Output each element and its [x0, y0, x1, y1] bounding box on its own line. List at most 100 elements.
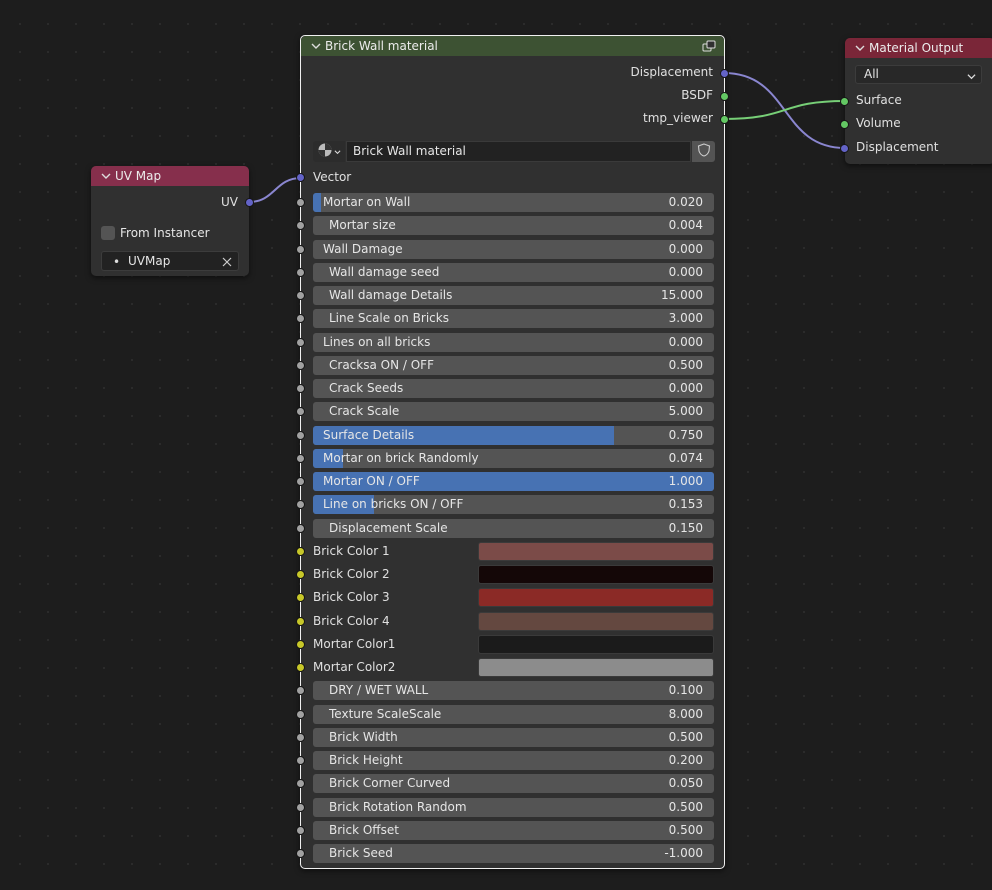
input-socket[interactable] — [296, 500, 305, 510]
value-slider[interactable]: Crack Scale 5.000 — [313, 402, 714, 422]
value-slider[interactable]: Mortar on brick Randomly 0.074 — [313, 448, 714, 468]
fake-user-button[interactable] — [692, 141, 715, 162]
color-input-socket[interactable] — [296, 639, 305, 649]
value-slider[interactable]: Crack Seeds 0.000 — [313, 379, 714, 398]
color-swatch[interactable] — [478, 565, 714, 584]
input-socket[interactable] — [296, 453, 305, 463]
value-slider[interactable]: Texture ScaleScale 8.000 — [313, 704, 714, 724]
slider-value: 0.000 — [668, 334, 703, 349]
value-slider[interactable]: Brick Rotation Random 0.500 — [313, 797, 714, 817]
value-slider[interactable]: Brick Corner Curved 0.050 — [313, 774, 714, 794]
value-slider[interactable]: Cracksa ON / OFF 0.500 — [313, 355, 714, 375]
value-slider[interactable]: Mortar size 0.004 — [313, 216, 714, 236]
color-input-label: Brick Color 1 — [313, 543, 390, 558]
input-socket[interactable] — [296, 314, 305, 324]
uvmap-field[interactable]: • UVMap — [101, 251, 239, 271]
slider-label: Line on bricks ON / OFF — [323, 497, 464, 512]
value-slider[interactable]: Brick Height 0.200 — [313, 751, 714, 770]
input-surface-socket[interactable] — [840, 97, 849, 106]
input-volume-label: Volume — [856, 116, 901, 130]
clear-icon[interactable] — [222, 256, 232, 270]
input-socket[interactable] — [296, 337, 305, 347]
value-slider[interactable]: Brick Offset 0.500 — [313, 820, 714, 840]
input-socket[interactable] — [296, 360, 305, 370]
material-output-header[interactable]: Material Output — [845, 38, 992, 58]
input-socket[interactable] — [296, 756, 305, 765]
input-socket[interactable] — [296, 686, 305, 696]
color-input-socket[interactable] — [296, 593, 305, 603]
output-displacement-socket[interactable] — [720, 69, 729, 78]
color-swatch[interactable] — [478, 611, 714, 631]
value-slider[interactable]: Surface Details 0.750 — [313, 425, 714, 445]
input-socket[interactable] — [296, 849, 305, 858]
chevron-down-icon[interactable] — [309, 39, 323, 53]
slider-value: 5.000 — [668, 404, 703, 419]
uv-map-header[interactable]: UV Map — [91, 166, 249, 186]
color-input-socket[interactable] — [296, 570, 305, 579]
input-socket[interactable] — [296, 407, 305, 417]
color-input-socket[interactable] — [296, 663, 305, 672]
value-slider[interactable]: Mortar on Wall 0.020 — [313, 193, 714, 212]
node-group-icon[interactable] — [702, 39, 716, 56]
chevron-down-icon[interactable] — [853, 41, 867, 55]
checkbox-box[interactable] — [101, 226, 115, 240]
material-name-field[interactable]: Brick Wall material — [346, 141, 691, 162]
slider-value: 8.000 — [668, 706, 703, 721]
brick-wall-node[interactable]: Brick Wall material Displacement BSDF tm… — [296, 35, 729, 869]
slider-label: Surface Details — [323, 427, 415, 442]
value-slider[interactable]: Wall damage Details 15.000 — [313, 286, 714, 305]
input-socket[interactable] — [296, 244, 305, 254]
value-slider[interactable]: DRY / WET WALL 0.100 — [313, 681, 714, 701]
input-socket[interactable] — [296, 732, 305, 742]
input-socket[interactable] — [296, 221, 305, 231]
target-dropdown[interactable]: All — [855, 65, 982, 84]
brick-wall-header[interactable]: Brick Wall material — [301, 36, 724, 56]
value-slider[interactable]: Brick Width 0.500 — [313, 727, 714, 747]
value-slider[interactable]: Mortar ON / OFF 1.000 — [313, 472, 714, 491]
slider-label: Brick Seed — [329, 846, 393, 860]
output-bsdf-socket[interactable] — [720, 92, 729, 101]
output-tmp-viewer-socket[interactable] — [720, 115, 729, 124]
uv-map-node[interactable]: UV Map UV From Instancer • UVMap — [91, 166, 254, 276]
uv-output-socket[interactable] — [245, 198, 254, 207]
value-slider[interactable]: Wall Damage 0.000 — [313, 239, 714, 259]
slider-label: DRY / WET WALL — [329, 683, 429, 698]
input-socket[interactable] — [296, 779, 305, 789]
value-slider[interactable]: Line on bricks ON / OFF 0.153 — [313, 495, 714, 515]
color-swatch[interactable] — [478, 634, 714, 654]
value-slider[interactable]: Displacement Scale 0.150 — [313, 518, 714, 538]
input-socket[interactable] — [296, 477, 305, 486]
slider-label: Cracksa ON / OFF — [329, 357, 434, 372]
input-volume-socket[interactable] — [840, 120, 849, 129]
color-swatch[interactable] — [478, 541, 714, 561]
input-socket[interactable] — [296, 709, 305, 719]
input-vector-socket[interactable] — [296, 173, 305, 182]
chevron-down-icon[interactable] — [99, 169, 113, 183]
slider-label: Mortar ON / OFF — [323, 474, 420, 488]
color-input-socket[interactable] — [296, 616, 305, 626]
value-slider[interactable]: Lines on all bricks 0.000 — [313, 332, 714, 352]
from-instancer-checkbox[interactable]: From Instancer — [101, 226, 210, 240]
color-swatch[interactable] — [478, 658, 714, 677]
input-socket[interactable] — [296, 291, 305, 300]
material-datablock[interactable]: Brick Wall material — [313, 141, 715, 162]
input-socket[interactable] — [296, 802, 305, 812]
input-socket[interactable] — [296, 523, 305, 533]
value-slider[interactable]: Brick Seed -1.000 — [313, 844, 714, 863]
material-output-node[interactable]: Material Output All Surface Volume Displ… — [840, 38, 992, 164]
material-type-selector[interactable] — [313, 141, 345, 162]
value-slider[interactable]: Wall damage seed 0.000 — [313, 262, 714, 282]
value-slider[interactable]: Line Scale on Bricks 3.000 — [313, 309, 714, 329]
input-socket[interactable] — [296, 825, 305, 835]
input-socket[interactable] — [296, 267, 305, 277]
slider-value: 15.000 — [661, 288, 703, 302]
slider-label: Brick Corner Curved — [329, 776, 451, 791]
input-socket[interactable] — [296, 384, 305, 393]
output-displacement-label: Displacement — [630, 65, 714, 79]
input-socket[interactable] — [296, 430, 305, 440]
input-displacement-socket[interactable] — [840, 144, 849, 153]
color-input-socket[interactable] — [296, 546, 305, 556]
slider-value: -1.000 — [664, 846, 703, 860]
input-socket[interactable] — [296, 198, 305, 207]
color-swatch[interactable] — [478, 588, 714, 608]
